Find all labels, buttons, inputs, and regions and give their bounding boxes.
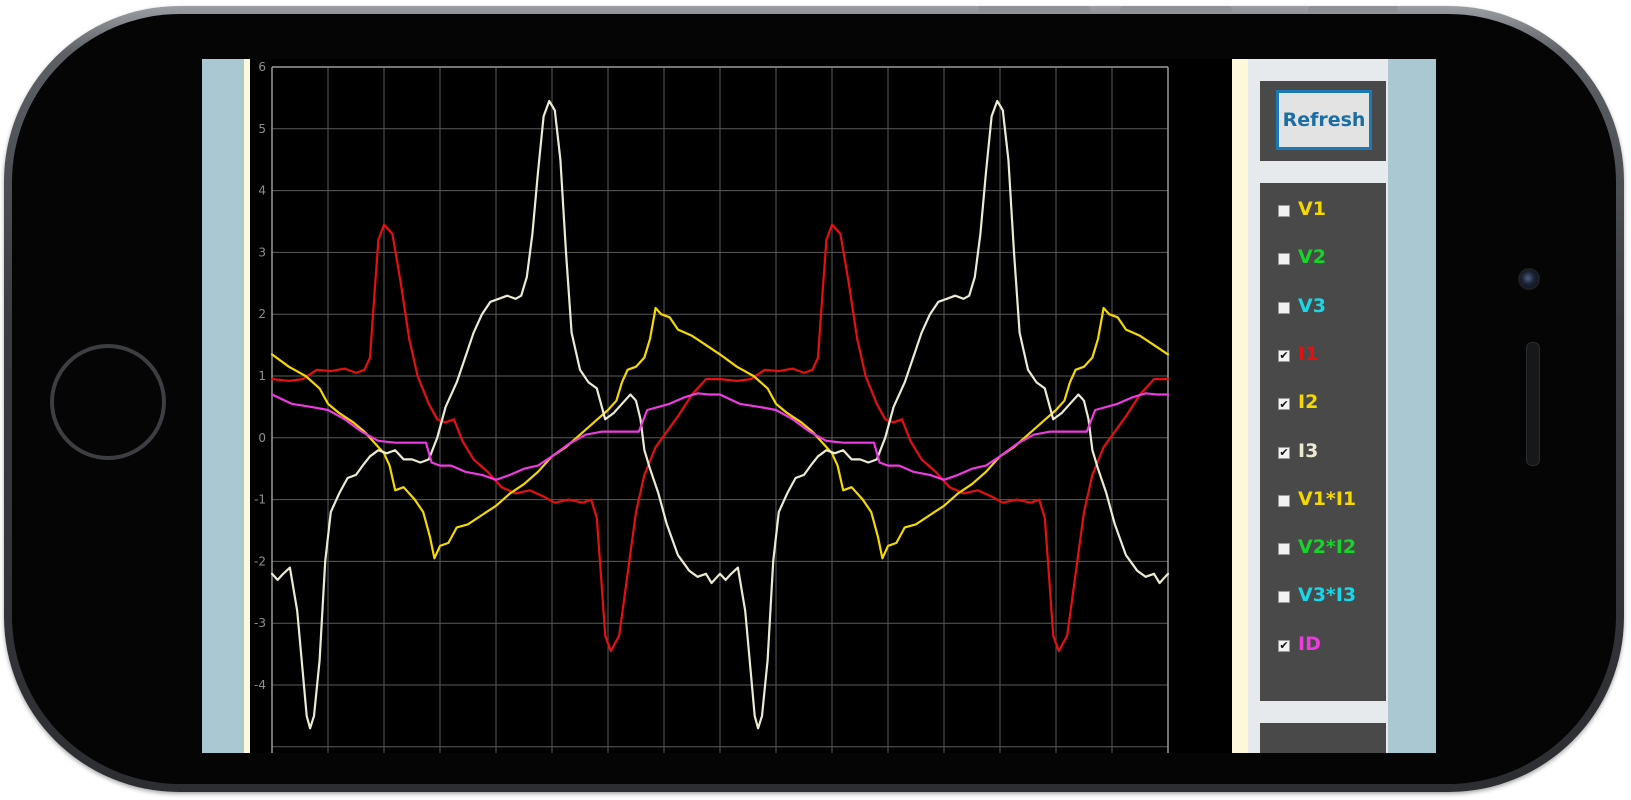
refresh-container: Refresh (1260, 81, 1386, 161)
series-label: V1 (1298, 198, 1326, 220)
series-checkbox[interactable]: ✔ (1278, 639, 1290, 652)
home-button[interactable] (50, 344, 166, 460)
series-checkbox[interactable] (1278, 591, 1290, 604)
y-tick-label: 0 (258, 431, 266, 445)
series-label: I1 (1298, 342, 1319, 365)
series-checkbox[interactable] (1278, 253, 1290, 266)
series-label: V2 (1298, 246, 1326, 269)
lower-panel (1260, 723, 1386, 753)
series-toggle-i1[interactable]: ✔ I1 (1278, 342, 1318, 366)
y-tick-label: 5 (258, 122, 266, 136)
speaker-grille (1526, 342, 1540, 466)
series-checkbox[interactable]: ✔ (1278, 446, 1290, 459)
series-toggle-v2[interactable]: V2 (1278, 245, 1326, 269)
waveform-plot[interactable]: 6 5 4 3 2 1 0 -1 -2 -3 -4 (250, 59, 1232, 753)
side-button (1120, 6, 1232, 12)
series-label: V3 (1298, 294, 1326, 317)
side-button (978, 6, 1090, 12)
y-tick-label: 2 (258, 307, 266, 321)
phone-frame: 6 5 4 3 2 1 0 -1 -2 -3 -4 Refresh V1 V2 V3 ✔ I1 ✔ I2 ✔ I3 V… (4, 6, 1624, 792)
refresh-button[interactable]: Refresh (1276, 90, 1372, 150)
series-toggle-id[interactable]: ✔ ID (1278, 632, 1321, 656)
series-toggle-v3xi3[interactable]: V3*I3 (1278, 583, 1356, 607)
series-toggle-v1xi1[interactable]: V1*I1 (1278, 487, 1356, 511)
front-camera (1518, 268, 1540, 290)
y-tick-label: -1 (254, 493, 266, 507)
series-checkbox[interactable]: ✔ (1278, 398, 1290, 411)
series-toggle-i2[interactable]: ✔ I2 (1278, 390, 1318, 414)
series-label: ID (1298, 632, 1321, 655)
series-toggle-v1[interactable]: V1 (1278, 197, 1326, 221)
series-checkbox[interactable] (1278, 205, 1290, 217)
panel-divider (1234, 59, 1248, 753)
series-label: I3 (1298, 439, 1319, 462)
series-toggle-list: V1 V2 V3 ✔ I1 ✔ I2 ✔ I3 V1*I1 V2*I2 V3*I3 ✔ ID (1260, 183, 1386, 701)
series-label: V1*I1 (1298, 487, 1357, 510)
series-toggle-v2xi2[interactable]: V2*I2 (1278, 535, 1356, 559)
app-screen: 6 5 4 3 2 1 0 -1 -2 -3 -4 Refresh V1 V2 V3 ✔ I1 ✔ I2 ✔ I3 V… (202, 59, 1436, 753)
waveform-chart: 6 5 4 3 2 1 0 -1 -2 -3 -4 (254, 60, 1170, 753)
y-tick-label: 4 (258, 184, 266, 198)
series-label: V2*I2 (1298, 536, 1357, 559)
y-tick-label: 6 (258, 60, 266, 74)
series-label: V3*I3 (1298, 584, 1357, 607)
series-toggle-v3[interactable]: V3 (1278, 294, 1326, 318)
series-checkbox[interactable]: ✔ (1278, 349, 1290, 362)
series-checkbox[interactable] (1278, 301, 1290, 314)
y-tick-label: 3 (258, 245, 266, 259)
series-checkbox[interactable] (1278, 543, 1290, 556)
y-tick-label: -3 (254, 616, 266, 630)
y-tick-label: 1 (258, 369, 266, 383)
y-tick-label: -4 (254, 678, 266, 692)
side-button (1308, 6, 1398, 12)
control-panel: Refresh V1 V2 V3 ✔ I1 ✔ I2 ✔ I3 V1*I1 V2*I2 V3*I3 ✔ I… (1248, 59, 1388, 753)
series-checkbox[interactable] (1278, 494, 1290, 507)
series-label: I2 (1298, 391, 1319, 414)
series-toggle-i3[interactable]: ✔ I3 (1278, 439, 1318, 463)
y-tick-label: -2 (254, 554, 266, 568)
